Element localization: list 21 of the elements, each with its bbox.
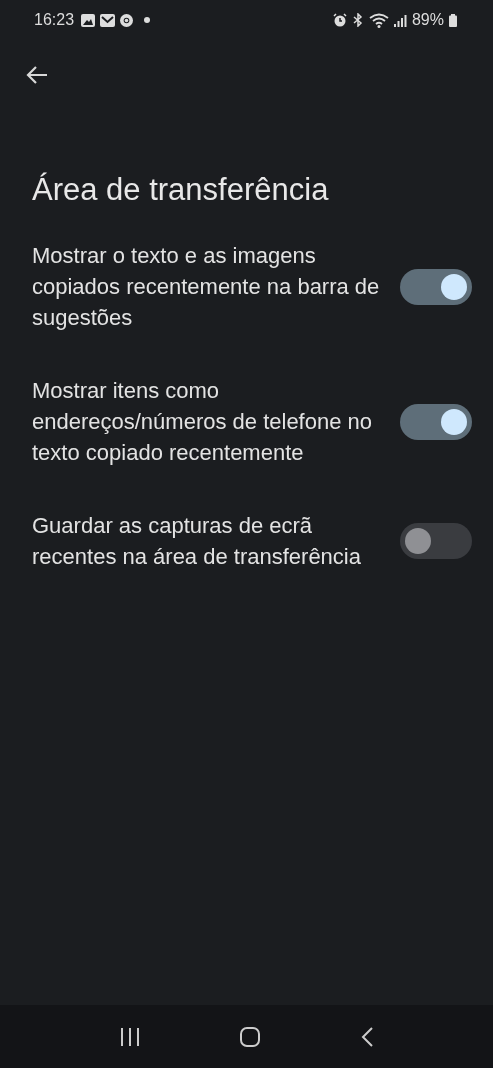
signal-icon — [393, 13, 407, 27]
setting-label: Mostrar o texto e as imagens copiados recentemente na barra de sugestões — [32, 242, 381, 332]
setting-label: Mostrar itens como endereços/números de telefone no texto copiado recentemente — [32, 377, 373, 467]
battery-percent: 89% — [411, 11, 444, 29]
alarm-icon — [332, 13, 347, 27]
toggle-switch[interactable] — [400, 523, 472, 559]
status-time: 16:23 — [34, 11, 75, 29]
notification-dot-icon — [144, 17, 151, 23]
recents-icon[interactable] — [120, 1027, 141, 1046]
back-icon[interactable] — [360, 1026, 373, 1047]
home-icon[interactable] — [240, 1026, 261, 1047]
toggle-switch[interactable] — [400, 268, 472, 305]
battery-icon — [449, 13, 457, 27]
bluetooth-icon — [351, 13, 364, 27]
mail-icon — [100, 13, 116, 27]
wifi-icon — [368, 12, 389, 28]
gallery-icon — [81, 13, 96, 27]
setting-label: Guardar as capturas de ecrã recentes na área de transferência — [32, 512, 362, 571]
toggle-switch[interactable] — [400, 403, 472, 440]
page-title: Área de transferência — [32, 172, 330, 208]
back-arrow-icon[interactable] — [26, 65, 48, 85]
